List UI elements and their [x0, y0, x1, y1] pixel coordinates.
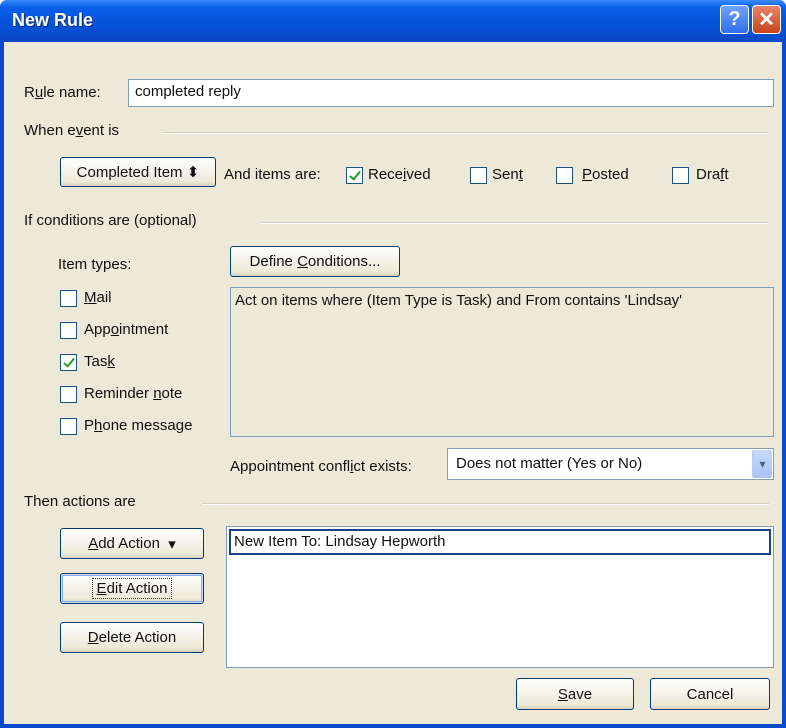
- chevron-down-icon[interactable]: ▾: [752, 450, 772, 478]
- list-item[interactable]: New Item To: Lindsay Hepworth: [229, 529, 771, 555]
- mail-label[interactable]: Mail: [84, 289, 112, 306]
- conditions-heading: If conditions are (optional): [24, 212, 197, 229]
- help-icon: ?: [728, 8, 741, 30]
- close-button[interactable]: ✕: [752, 5, 781, 34]
- task-checkbox[interactable]: [60, 354, 77, 371]
- actions-list[interactable]: New Item To: Lindsay Hepworth: [226, 526, 774, 668]
- edit-action-button[interactable]: Edit Action: [60, 573, 204, 604]
- appointment-checkbox[interactable]: [60, 322, 77, 339]
- add-action-label: Add Action: [88, 535, 160, 552]
- event-type-value: Completed Item: [76, 163, 183, 181]
- received-label[interactable]: Received: [368, 166, 431, 183]
- reminder-note-checkbox[interactable]: [60, 386, 77, 403]
- group-divider: [202, 503, 769, 505]
- save-label: Save: [557, 685, 593, 703]
- rule-name-input[interactable]: completed reply: [128, 79, 774, 107]
- group-divider: [262, 222, 769, 224]
- event-type-select[interactable]: Completed Item ⬍: [60, 157, 216, 187]
- and-items-label: And items are:: [224, 166, 321, 183]
- conditions-description[interactable]: Act on items where (Item Type is Task) a…: [230, 287, 774, 437]
- close-icon: ✕: [758, 9, 775, 31]
- define-conditions-button[interactable]: Define Conditions...: [230, 246, 400, 277]
- appointment-conflict-label: Appointment conflict exists:: [230, 458, 412, 475]
- task-label[interactable]: Task: [84, 353, 115, 370]
- define-conditions-label: Define Conditions...: [249, 253, 381, 270]
- phone-message-label[interactable]: Phone message: [84, 417, 192, 434]
- appointment-label[interactable]: Appointment: [84, 321, 168, 338]
- reminder-note-label[interactable]: Reminder note: [84, 385, 182, 402]
- cancel-button[interactable]: Cancel: [650, 678, 770, 710]
- dropdown-arrow-icon: ▾: [168, 535, 176, 553]
- updown-arrow-icon: ⬍: [186, 164, 200, 181]
- appointment-conflict-value: Does not matter (Yes or No): [456, 455, 643, 472]
- actions-heading: Then actions are: [24, 493, 136, 510]
- item-types-label: Item types:: [58, 256, 132, 273]
- delete-action-label: Delete Action: [87, 629, 177, 646]
- mail-checkbox[interactable]: [60, 290, 77, 307]
- rule-name-label: Rule name:: [24, 84, 101, 101]
- edit-action-label: Edit Action: [91, 578, 173, 599]
- received-checkbox[interactable]: [346, 167, 363, 184]
- delete-action-button[interactable]: Delete Action: [60, 622, 204, 653]
- when-event-heading: When event is: [24, 122, 120, 139]
- group-divider: [164, 132, 769, 134]
- new-rule-dialog: New Rule ? ✕ Rule name: completed reply …: [0, 0, 786, 728]
- help-button[interactable]: ?: [720, 5, 749, 34]
- window-title: New Rule: [12, 10, 94, 30]
- add-action-button[interactable]: Add Action ▾: [60, 528, 204, 559]
- draft-label[interactable]: Draft: [696, 166, 729, 183]
- draft-checkbox[interactable]: [672, 167, 689, 184]
- title-bar[interactable]: New Rule ? ✕: [0, 0, 786, 42]
- save-button[interactable]: Save: [516, 678, 634, 710]
- posted-label[interactable]: Posted: [582, 166, 629, 183]
- appointment-conflict-select[interactable]: Does not matter (Yes or No) ▾: [447, 448, 774, 480]
- sent-label[interactable]: Sent: [492, 166, 523, 183]
- phone-message-checkbox[interactable]: [60, 418, 77, 435]
- dialog-body: Rule name: completed reply When event is…: [4, 42, 782, 724]
- sent-checkbox[interactable]: [470, 167, 487, 184]
- posted-checkbox[interactable]: [556, 167, 573, 184]
